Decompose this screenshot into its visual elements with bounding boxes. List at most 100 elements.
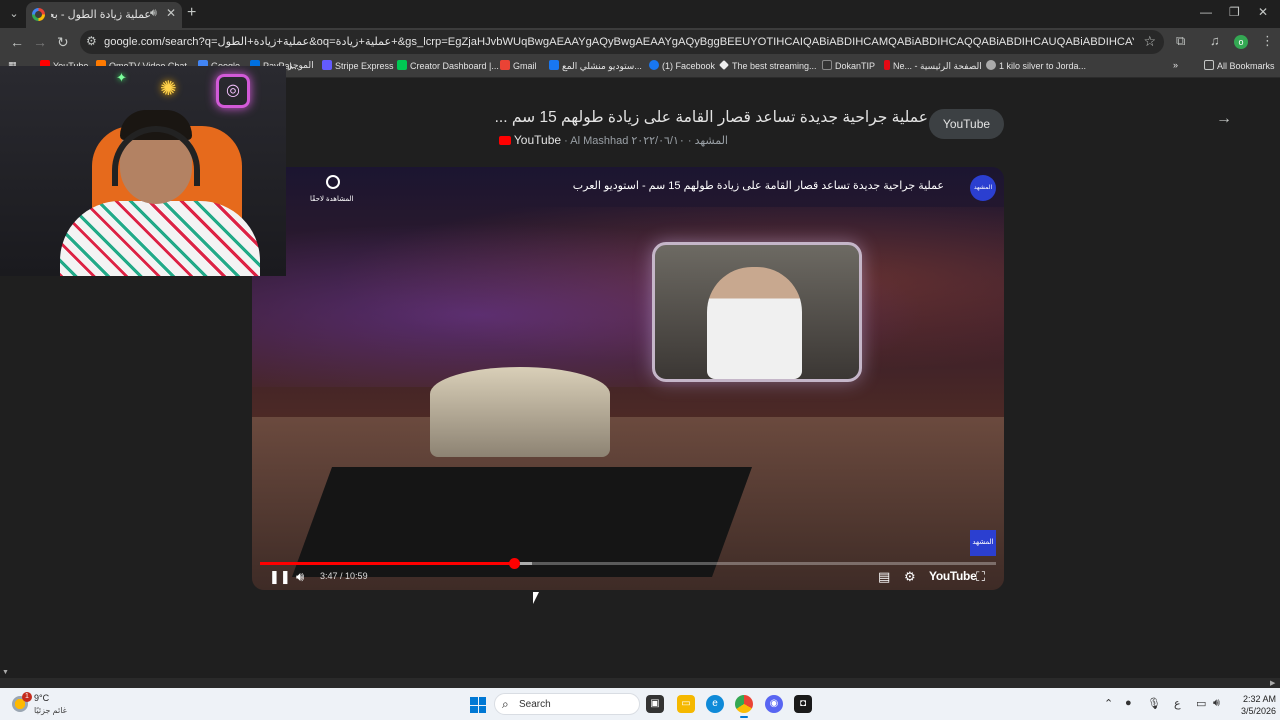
more-bookmarks-icon[interactable]: » bbox=[1173, 60, 1178, 70]
stripe-icon bbox=[322, 60, 332, 70]
mouse-cursor bbox=[533, 592, 539, 604]
site-info-icon[interactable]: ⚙︎ bbox=[86, 34, 97, 48]
volume-tray-icon[interactable]: 🔊︎ bbox=[1213, 697, 1220, 710]
weather-widget[interactable]: 1 9°C غائم جزئيًا bbox=[10, 691, 80, 717]
close-window-icon[interactable]: ✕ bbox=[1258, 5, 1268, 19]
webcam-overlay: ✦ ✺ ◎ bbox=[0, 66, 286, 276]
restore-icon[interactable]: ❐ bbox=[1229, 5, 1240, 19]
video-date: ٢٠٢٢/٠٦/١٠ bbox=[631, 135, 685, 147]
guest-on-screen bbox=[707, 267, 802, 379]
dokantip-icon bbox=[822, 60, 832, 70]
url-text[interactable]: google.com/search?q=عملية+زيادة+الطول&oq… bbox=[104, 35, 1134, 48]
menu-icon[interactable]: ⋮ bbox=[1261, 33, 1274, 49]
bookmark-stripe[interactable]: Stripe Express bbox=[322, 60, 394, 71]
notification-badge: 1 bbox=[22, 692, 32, 702]
display-icon[interactable]: ▭ bbox=[1196, 697, 1206, 710]
open-youtube-button[interactable]: YouTube bbox=[929, 109, 1004, 139]
bookmark-gmail[interactable]: Gmail bbox=[500, 60, 537, 71]
channel-watermark: المشهد bbox=[970, 530, 996, 556]
player-overlay-title[interactable]: عملية جراحية جديدة تساعد قصار القامة على… bbox=[573, 179, 944, 192]
progress-scrubber[interactable] bbox=[508, 558, 520, 569]
app-icon[interactable]: ◘ bbox=[794, 695, 812, 713]
new-tab-icon[interactable]: + bbox=[187, 4, 196, 22]
horizontal-scrollbar[interactable] bbox=[0, 678, 1280, 688]
microphone-icon[interactable]: 🎙︎ bbox=[1147, 697, 1161, 710]
tab-search-icon[interactable]: ⌄ bbox=[4, 4, 24, 24]
duration: 10:59 bbox=[345, 571, 368, 581]
taskbar-search-label: Search bbox=[519, 699, 551, 710]
bookmark-streaming[interactable]: The best streaming... bbox=[719, 60, 817, 71]
globe-icon bbox=[986, 60, 996, 70]
clock-date: 3/5/2026 bbox=[1240, 706, 1276, 716]
folder-icon bbox=[1204, 60, 1214, 70]
anchor-desk bbox=[430, 367, 610, 457]
bookmark-netflix[interactable]: Ne... - الصفحة الرئيسية bbox=[884, 60, 982, 72]
neon-sign-green: ✦ bbox=[116, 70, 127, 85]
meta-icon bbox=[549, 60, 559, 70]
discord-icon[interactable]: ◉ bbox=[765, 695, 783, 713]
facebook-icon bbox=[649, 60, 659, 70]
close-tab-icon[interactable]: ✕ bbox=[166, 6, 176, 20]
person-shirt bbox=[60, 201, 260, 276]
taskbar-search[interactable]: ⌕ Search bbox=[494, 693, 640, 715]
video-source: YouTube bbox=[513, 133, 562, 147]
profile-avatar[interactable]: o bbox=[1234, 35, 1248, 49]
fullscreen-icon[interactable]: ⛶ bbox=[976, 569, 985, 585]
file-explorer-icon[interactable]: ▭ bbox=[677, 695, 695, 713]
show-hidden-icons[interactable]: ⌃ bbox=[1104, 697, 1113, 710]
search-icon: ⌕ bbox=[502, 697, 509, 711]
studio-rug bbox=[291, 467, 753, 577]
bookmark-star-icon[interactable]: ☆ bbox=[1143, 33, 1156, 50]
bookmark-creator-dashboard[interactable]: Creator Dashboard |... bbox=[397, 60, 499, 71]
arrow-right-icon[interactable]: → bbox=[1216, 110, 1232, 128]
extensions-icon[interactable]: ⧉ bbox=[1176, 33, 1185, 49]
input-language[interactable]: ع bbox=[1174, 697, 1181, 710]
google-favicon-icon bbox=[32, 8, 45, 21]
bookmark-silver[interactable]: 1 kilo silver to Jorda... bbox=[986, 60, 1086, 71]
diamond-icon bbox=[719, 60, 729, 70]
youtube-logo[interactable]: YouTube bbox=[929, 569, 977, 583]
tab-title: عملية زيادة الطول - بحث Goo bbox=[51, 9, 151, 21]
neon-sign-yellow: ✺ bbox=[160, 78, 177, 100]
scroll-right-arrow-icon[interactable]: ▶ bbox=[1270, 679, 1275, 687]
windows-taskbar: 1 9°C غائم جزئيًا ⌕ Search ▣ ▭ e ◉ ◘ ⌃ ●… bbox=[0, 688, 1280, 720]
minimize-icon[interactable]: — bbox=[1200, 5, 1212, 19]
volume-icon[interactable]: 🔊︎ bbox=[296, 569, 304, 585]
all-bookmarks[interactable]: All Bookmarks bbox=[1204, 60, 1275, 71]
bookmark-facebook[interactable]: (1) Facebook bbox=[649, 60, 715, 71]
task-view-icon[interactable]: ▣ bbox=[646, 695, 664, 713]
media-control-icon[interactable]: ♫ bbox=[1210, 33, 1220, 48]
pause-icon[interactable]: ❚❚ bbox=[269, 569, 291, 585]
gmail-icon bbox=[500, 60, 510, 70]
scroll-down-arrow-icon[interactable]: ▼ bbox=[2, 669, 9, 676]
progress-played bbox=[260, 562, 514, 565]
creator-dashboard-icon bbox=[397, 60, 407, 70]
chrome-icon[interactable] bbox=[735, 695, 753, 718]
channel-avatar[interactable]: المشهد bbox=[970, 175, 996, 201]
bookmark-studio[interactable]: ستوديو منشلي المع... bbox=[549, 60, 642, 72]
video-title[interactable]: عملية جراحية جديدة تساعد قصار القامة على… bbox=[400, 108, 928, 127]
clock-icon[interactable] bbox=[326, 175, 340, 189]
start-windows-icon[interactable] bbox=[470, 697, 486, 713]
address-bar[interactable]: ⚙︎ google.com/search?q=عملية+زيادة+الطول… bbox=[80, 30, 1164, 54]
clock-time: 2:32 AM bbox=[1242, 694, 1276, 704]
current-time: 3:47 bbox=[320, 571, 338, 581]
settings-gear-icon[interactable]: ⚙︎ bbox=[904, 569, 916, 585]
video-player[interactable]: عملية جراحية جديدة تساعد قصار القامة على… bbox=[252, 167, 1004, 590]
watch-later-label: المشاهدة لاحقًا bbox=[310, 196, 354, 203]
system-clock[interactable]: 2:32 AM 3/5/2026 bbox=[1226, 693, 1276, 717]
reload-icon[interactable]: ↻ bbox=[57, 34, 69, 51]
edge-icon[interactable]: e bbox=[706, 695, 724, 713]
network-status-icon[interactable]: ● bbox=[1125, 697, 1132, 709]
progress-bar[interactable] bbox=[260, 558, 996, 569]
speaker-icon[interactable]: 🔊︎ bbox=[150, 7, 157, 20]
bookmark-dokantip[interactable]: DokanTIP bbox=[822, 60, 875, 71]
youtube-icon bbox=[498, 136, 511, 145]
bookmark-almojaz[interactable]: الموجز bbox=[288, 60, 314, 71]
subtitles-icon[interactable]: ▤ bbox=[878, 569, 890, 585]
back-icon[interactable]: ← bbox=[10, 34, 24, 50]
tab-active[interactable]: عملية زيادة الطول - بحث Goo 🔊︎ ✕ bbox=[26, 2, 182, 28]
netflix-icon bbox=[884, 60, 890, 70]
forward-icon[interactable]: → bbox=[33, 34, 47, 50]
neon-logo-icon: ◎ bbox=[216, 74, 250, 108]
